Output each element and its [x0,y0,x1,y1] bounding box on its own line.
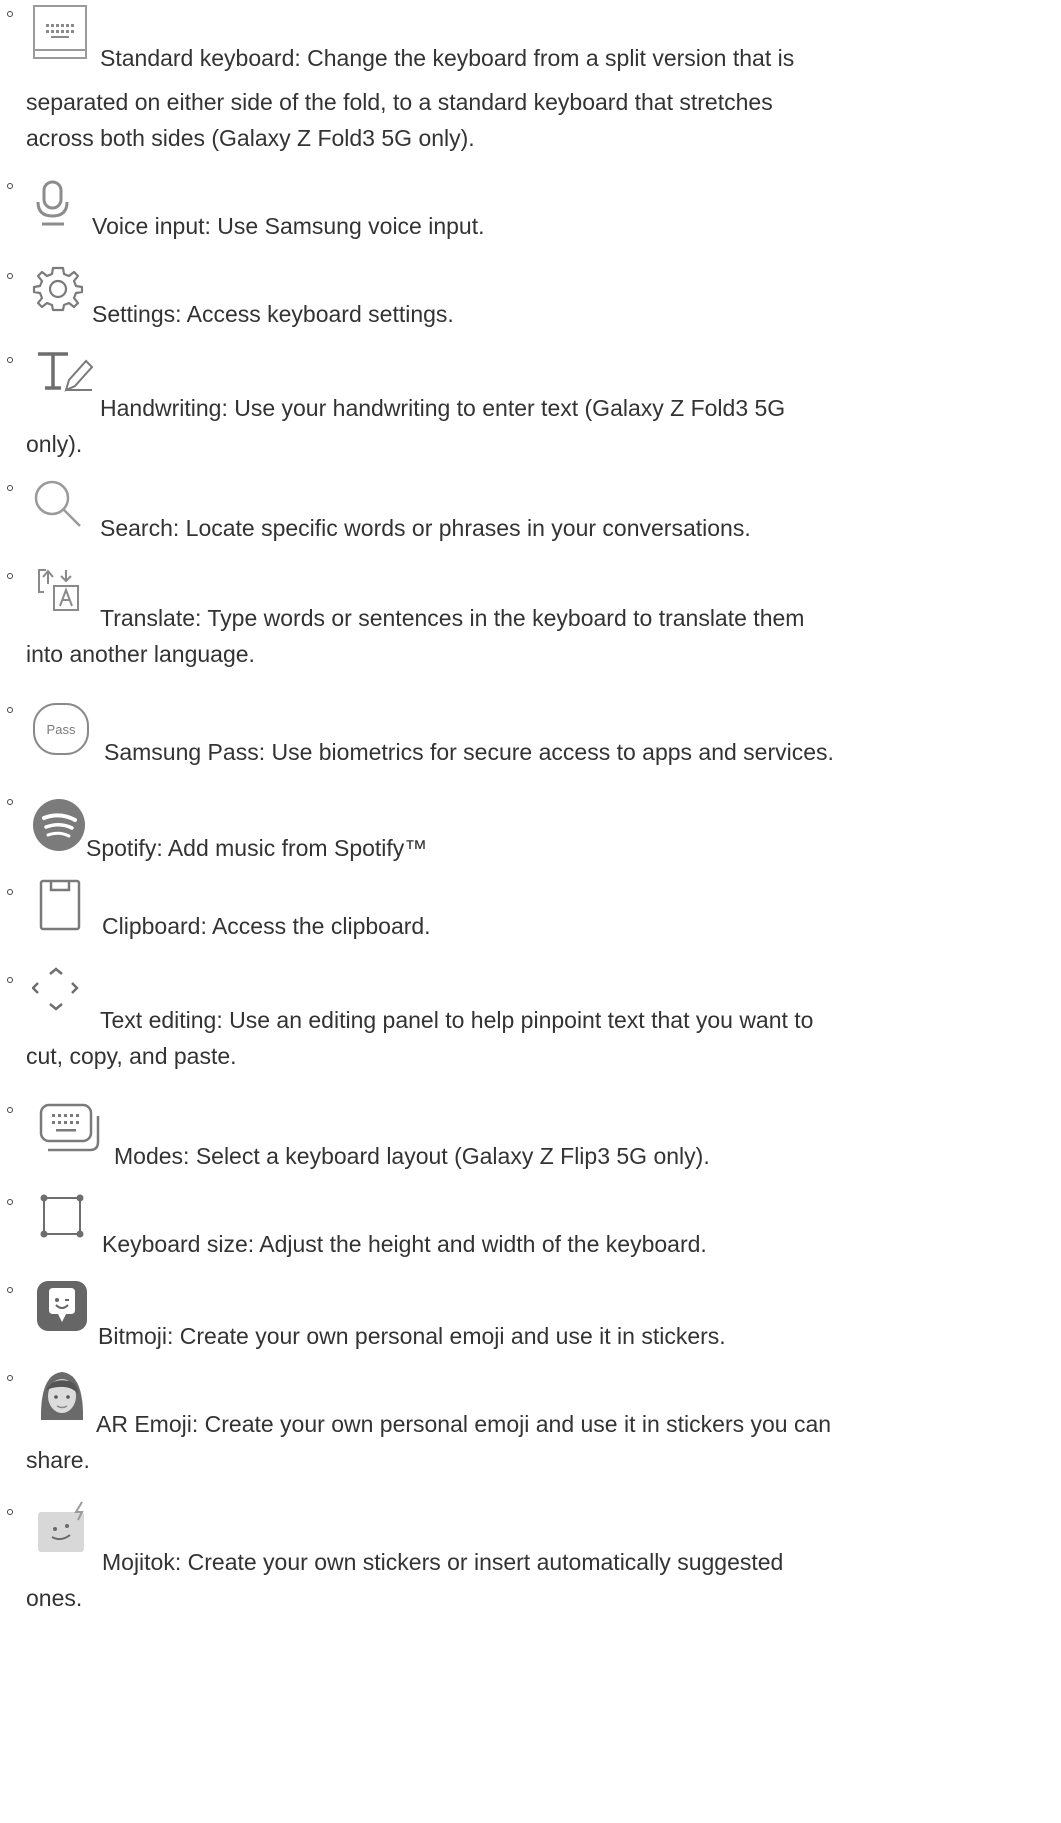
bullet [7,1199,13,1205]
bullet [7,11,13,17]
item-text: Spotify: Add music from Spotify™ [86,835,428,861]
item-text-continued: across both sides (Galaxy Z Fold3 5G onl… [26,125,475,151]
bullet [7,977,13,983]
bullet [7,1509,13,1515]
item-text: Text editing: Use an editing panel to he… [100,1007,814,1033]
item-text: Search: Locate specific words or phrases… [100,515,751,541]
item-text: Clipboard: Access the clipboard. [102,913,431,939]
item-text-continued: share. [26,1447,90,1473]
bullet [7,1375,13,1381]
item-text: Standard keyboard: Change the keyboard f… [100,45,795,71]
ar-emoji-icon [36,1368,88,1420]
samsung-pass-icon-label: Pass [47,722,76,737]
item-text-continued: only). [26,431,83,457]
bullet [7,273,13,279]
mojitok-icon [36,1500,94,1554]
modes-keyboard-icon [38,1102,100,1156]
handwriting-icon [36,350,94,396]
bullet [7,573,13,579]
bullet [7,183,13,189]
item-text: Settings: Access keyboard settings. [92,301,454,327]
keyboard-size-icon [38,1192,86,1240]
samsung-pass-icon: Pass [32,702,90,756]
text-editing-icon [32,966,80,1014]
gear-icon [32,264,84,312]
standard-keyboard-icon [32,4,88,62]
bullet [7,1287,13,1293]
item-text: Keyboard size: Adjust the height and wid… [102,1231,707,1257]
item-text: AR Emoji: Create your own personal emoji… [96,1411,832,1437]
item-text: Handwriting: Use your handwriting to ent… [100,395,786,421]
bullet [7,485,13,491]
bullet [7,889,13,895]
bullet [7,357,13,363]
bullet [7,1107,13,1113]
bullet [7,799,13,805]
bullet [7,707,13,713]
item-text-continued: separated on either side of the fold, to… [26,89,773,115]
item-text-continued: into another language. [26,641,255,667]
item-text-continued: cut, copy, and paste. [26,1043,237,1069]
item-text: Modes: Select a keyboard layout (Galaxy … [114,1143,710,1169]
item-text: Voice input: Use Samsung voice input. [92,213,485,239]
item-text: Mojitok: Create your own stickers or ins… [102,1549,784,1575]
bitmoji-icon [36,1280,88,1332]
clipboard-icon [38,878,82,932]
spotify-icon [32,798,86,852]
item-text: Samsung Pass: Use biometrics for secure … [104,739,834,765]
item-text-continued: ones. [26,1585,83,1611]
item-text: Translate: Type words or sentences in th… [100,605,805,631]
translate-icon [36,566,82,614]
item-text: Bitmoji: Create your own personal emoji … [98,1323,726,1349]
search-icon [32,478,84,530]
microphone-icon [34,180,74,230]
